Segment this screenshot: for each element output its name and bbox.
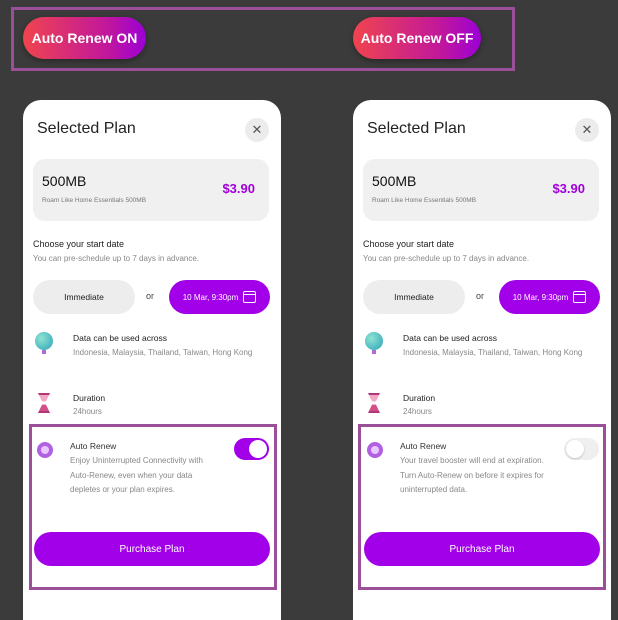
auto-renew-off-pill: Auto Renew OFF <box>353 17 481 59</box>
calendar-icon <box>573 291 587 303</box>
duration-title: Duration <box>73 393 106 403</box>
plan-name: 500MB <box>372 173 417 189</box>
date-label: 10 Mar, 9:30pm <box>182 292 239 302</box>
plan-name: 500MB <box>42 173 87 189</box>
date-label: 10 Mar, 9:30pm <box>512 292 569 302</box>
duration-value: 24hours <box>403 407 432 416</box>
card-title: Selected Plan <box>37 120 136 137</box>
hourglass-icon <box>35 393 55 415</box>
plan-summary: 500MB Roam Like Home Essentials 500MB $3… <box>363 159 599 221</box>
plan-summary: 500MB Roam Like Home Essentials 500MB $3… <box>33 159 269 221</box>
globe-icon <box>365 332 385 354</box>
start-date-heading: Choose your start date <box>363 239 455 249</box>
or-separator: or <box>476 291 485 301</box>
card-title: Selected Plan <box>367 120 466 137</box>
date-picker-button[interactable]: 10 Mar, 9:30pm <box>169 280 270 314</box>
close-button[interactable]: ✕ <box>575 118 599 142</box>
immediate-button[interactable]: Immediate <box>33 280 135 314</box>
auto-renew-on-pill: Auto Renew ON <box>23 17 146 59</box>
auto-renew-on-highlight-frame <box>29 424 277 590</box>
start-date-hint: You can pre-schedule up to 7 days in adv… <box>33 254 200 263</box>
duration-title: Duration <box>403 393 436 403</box>
coverage-countries: Indonesia, Malaysia, Thailand, Taiwan, H… <box>403 348 583 357</box>
immediate-button[interactable]: Immediate <box>363 280 465 314</box>
or-separator: or <box>146 291 155 301</box>
close-button[interactable]: ✕ <box>245 118 269 142</box>
date-picker-button[interactable]: 10 Mar, 9:30pm <box>499 280 600 314</box>
start-date-hint: You can pre-schedule up to 7 days in adv… <box>363 254 530 263</box>
hourglass-icon <box>365 393 385 415</box>
plan-price: $3.90 <box>552 181 585 196</box>
plan-subtitle: Roam Like Home Essentials 500MB <box>372 197 477 204</box>
close-icon: ✕ <box>251 122 263 137</box>
plan-subtitle: Roam Like Home Essentials 500MB <box>42 197 147 204</box>
calendar-icon <box>243 291 257 303</box>
duration-value: 24hours <box>73 407 102 416</box>
coverage-title: Data can be used across <box>73 333 168 343</box>
coverage-countries: Indonesia, Malaysia, Thailand, Taiwan, H… <box>73 348 253 357</box>
coverage-title: Data can be used across <box>403 333 498 343</box>
plan-price: $3.90 <box>222 181 255 196</box>
globe-icon <box>35 332 55 354</box>
start-date-heading: Choose your start date <box>33 239 125 249</box>
auto-renew-off-highlight-frame <box>358 424 606 590</box>
close-icon: ✕ <box>581 122 593 137</box>
